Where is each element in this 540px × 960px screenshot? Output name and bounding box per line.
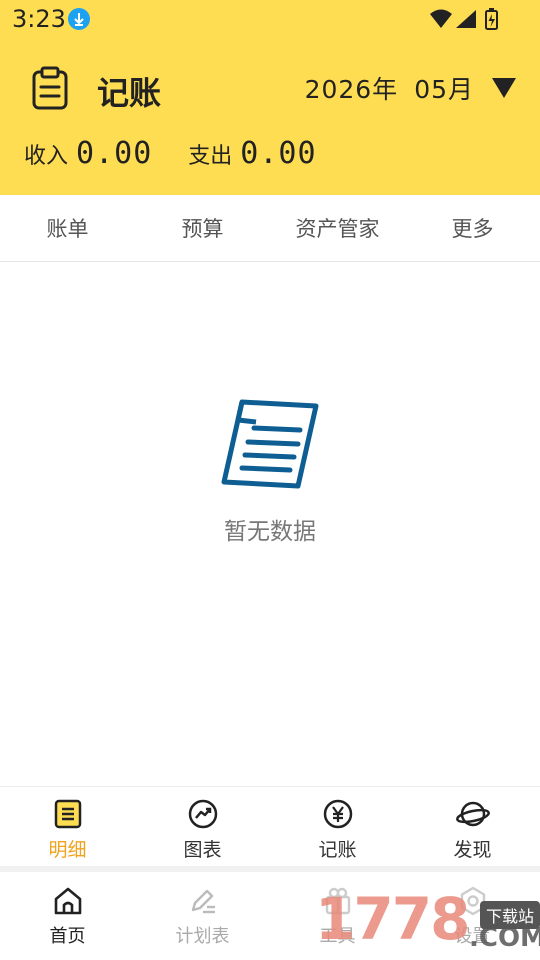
watermark-number: 1778 (315, 885, 470, 953)
subnav-label: 明细 (48, 839, 87, 861)
bottomnav-label: 计划表 (175, 926, 230, 947)
year-label: 2026年 (304, 75, 399, 104)
bottomnav-item-plan[interactable]: 计划表 (135, 872, 270, 960)
signal-icon (456, 10, 476, 28)
empty-state: 暂无数据 (0, 262, 540, 784)
app-title: 记账 (97, 74, 162, 112)
battery-icon (485, 8, 498, 30)
header: 3:23 记账 2026年 05月 收入 0.00 支出 0.00 (0, 0, 540, 195)
tab-budget[interactable]: 预算 (135, 195, 270, 261)
income-value: 0.00 (76, 136, 153, 171)
subnav-item-discover[interactable]: 发现 (405, 787, 540, 866)
download-icon (68, 8, 90, 30)
income-label: 收入 (24, 144, 69, 169)
subnav-label: 发现 (453, 839, 492, 861)
pencil-icon (187, 886, 219, 920)
planet-icon (455, 799, 490, 833)
tab-more[interactable]: 更多 (405, 195, 540, 261)
watermark-suffix: .COM (469, 923, 540, 953)
dropdown-triangle-icon (492, 78, 516, 98)
month-label: 05月 (414, 75, 474, 104)
subnav-item-charts[interactable]: 图表 (135, 787, 270, 866)
status-time: 3:23 (12, 5, 66, 33)
top-tabs: 账单 预算 资产管家 更多 (0, 195, 540, 262)
expense-value: 0.00 (240, 136, 317, 171)
bottomnav-item-home[interactable]: 首页 (0, 872, 135, 960)
yen-icon (323, 799, 353, 833)
bottomnav-label: 首页 (49, 926, 86, 947)
wifi-icon (430, 9, 452, 28)
clipboard-icon (30, 66, 70, 114)
home-icon (52, 886, 84, 920)
subnav-item-detail[interactable]: 明细 (0, 787, 135, 866)
status-icons (430, 8, 500, 34)
list-icon (53, 799, 83, 833)
date-picker[interactable]: 2026年 05月 (305, 70, 516, 106)
sub-nav: 明细 图表 记账 发现 (0, 786, 540, 866)
tab-bills[interactable]: 账单 (0, 195, 135, 261)
subnav-label: 记账 (318, 839, 357, 861)
document-icon (220, 396, 320, 496)
watermark-logo: 1778 下载站 .COM (315, 885, 540, 960)
subnav-label: 图表 (183, 839, 222, 861)
empty-message: 暂无数据 (224, 519, 316, 545)
expense-label: 支出 (188, 144, 233, 169)
chart-icon (188, 799, 218, 833)
subnav-item-record[interactable]: 记账 (270, 787, 405, 866)
tab-assets[interactable]: 资产管家 (270, 195, 405, 261)
summary-row: 收入 0.00 支出 0.00 (24, 136, 317, 171)
